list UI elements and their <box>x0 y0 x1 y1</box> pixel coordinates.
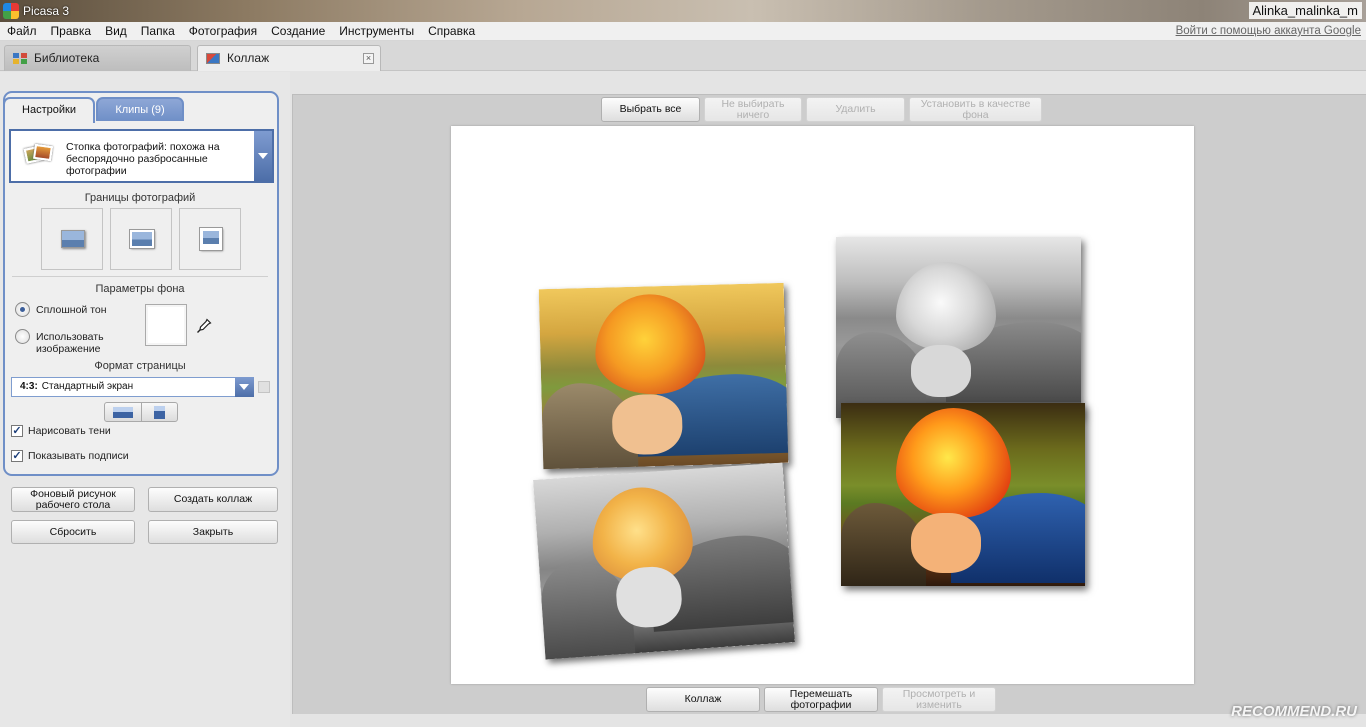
background-color-swatch[interactable] <box>145 304 187 346</box>
reset-button[interactable]: Сбросить <box>11 520 135 544</box>
chevron-down-icon[interactable] <box>254 131 272 181</box>
picasa-app-icon <box>3 3 19 19</box>
collage-photo-selective-color[interactable] <box>533 462 795 660</box>
border-white-icon <box>129 229 155 249</box>
draw-shadows-checkbox[interactable]: ✓ <box>11 425 23 437</box>
menu-photo[interactable]: Фотография <box>182 22 264 41</box>
document-tab-strip: Библиотека Коллаж × <box>0 41 1366 71</box>
border-style-polaroid[interactable] <box>179 208 241 270</box>
divider <box>12 276 268 277</box>
tab-clips[interactable]: Клипы (9) <box>96 97 184 121</box>
menu-items: Файл Правка Вид Папка Фотография Создани… <box>0 22 482 41</box>
menu-edit[interactable]: Правка <box>44 22 99 41</box>
close-button[interactable]: Закрыть <box>148 520 278 544</box>
view-and-edit-button[interactable]: Просмотреть и изменить <box>882 687 996 712</box>
menu-view[interactable]: Вид <box>98 22 134 41</box>
create-collage-button[interactable]: Создать коллаж <box>148 487 278 512</box>
menu-help[interactable]: Справка <box>421 22 482 41</box>
solid-color-label: Сплошной тон <box>36 304 107 316</box>
chevron-down-icon[interactable] <box>235 377 254 397</box>
collage-style-select[interactable]: Стопка фотографий: похожа на беспорядочн… <box>9 129 274 183</box>
show-captions-label: Показывать подписи <box>28 450 129 462</box>
border-style-white[interactable] <box>110 208 172 270</box>
tab-settings[interactable]: Настройки <box>3 97 95 123</box>
title-bar: Picasa 3 Alinka_malinka_m <box>0 0 1366 22</box>
eyedropper-icon[interactable] <box>196 318 212 334</box>
select-none-button[interactable]: Не выбирать ничего <box>704 97 802 122</box>
tab-library[interactable]: Библиотека <box>4 45 191 71</box>
solid-color-radio[interactable] <box>15 302 30 317</box>
collage-photo-autumn[interactable] <box>538 282 789 470</box>
close-tab-icon[interactable]: × <box>363 53 374 64</box>
photo-pile-icon <box>23 143 53 167</box>
page-format-name: Стандартный экран <box>41 381 134 392</box>
page-format-ratio: 4:3: <box>20 381 38 392</box>
user-name-overlay: Alinka_malinka_m <box>1248 2 1362 19</box>
borders-heading: Границы фотографий <box>84 192 196 204</box>
collage-view-button[interactable]: Коллаж <box>646 687 760 712</box>
google-signin-link[interactable]: Войти с помощью аккаунта Google <box>1176 25 1361 37</box>
menu-create[interactable]: Создание <box>264 22 332 41</box>
tab-collage[interactable]: Коллаж × <box>197 45 381 71</box>
show-captions-checkbox[interactable]: ✓ <box>11 450 23 462</box>
menu-folder[interactable]: Папка <box>134 22 182 41</box>
watermark: RECOMMEND.RU <box>1231 703 1357 720</box>
window-title: Picasa 3 <box>23 4 70 18</box>
collage-icon <box>206 53 220 64</box>
landscape-orientation-icon[interactable] <box>105 403 142 421</box>
border-polaroid-icon <box>199 227 223 251</box>
orientation-toggle <box>104 402 178 422</box>
use-image-radio[interactable] <box>15 329 30 344</box>
collage-photo-vivid[interactable] <box>841 403 1085 586</box>
tab-collage-label: Коллаж <box>227 51 270 65</box>
draw-shadows-label: Нарисовать тени <box>28 425 111 437</box>
menu-tools[interactable]: Инструменты <box>332 22 421 41</box>
portrait-orientation-icon[interactable] <box>142 403 177 421</box>
border-thin-icon <box>61 230 85 248</box>
select-all-button[interactable]: Выбрать все <box>601 97 700 122</box>
border-style-thin[interactable] <box>41 208 103 270</box>
library-icon <box>13 53 27 64</box>
collage-style-label: Стопка фотографий: похожа на беспорядочн… <box>66 141 220 177</box>
shuffle-photos-button[interactable]: Перемешать фотографии <box>764 687 878 712</box>
background-heading: Параметры фона <box>95 283 185 295</box>
delete-button[interactable]: Удалить <box>806 97 905 122</box>
page-format-select[interactable]: 4:3: Стандартный экран <box>11 377 254 397</box>
collage-photo-bw[interactable] <box>836 237 1081 418</box>
menu-bar: Файл Правка Вид Папка Фотография Создани… <box>0 22 1366 41</box>
use-image-label: Использовать изображение <box>36 331 104 355</box>
desktop-background-button[interactable]: Фоновый рисунок рабочего стола <box>11 487 135 512</box>
page-format-heading: Формат страницы <box>94 360 186 372</box>
menu-file[interactable]: Файл <box>0 22 44 41</box>
tab-library-label: Библиотека <box>34 51 100 65</box>
set-background-button[interactable]: Установить в качестве фона <box>909 97 1042 122</box>
custom-format-button[interactable] <box>258 381 270 393</box>
collage-canvas[interactable] <box>451 126 1194 684</box>
